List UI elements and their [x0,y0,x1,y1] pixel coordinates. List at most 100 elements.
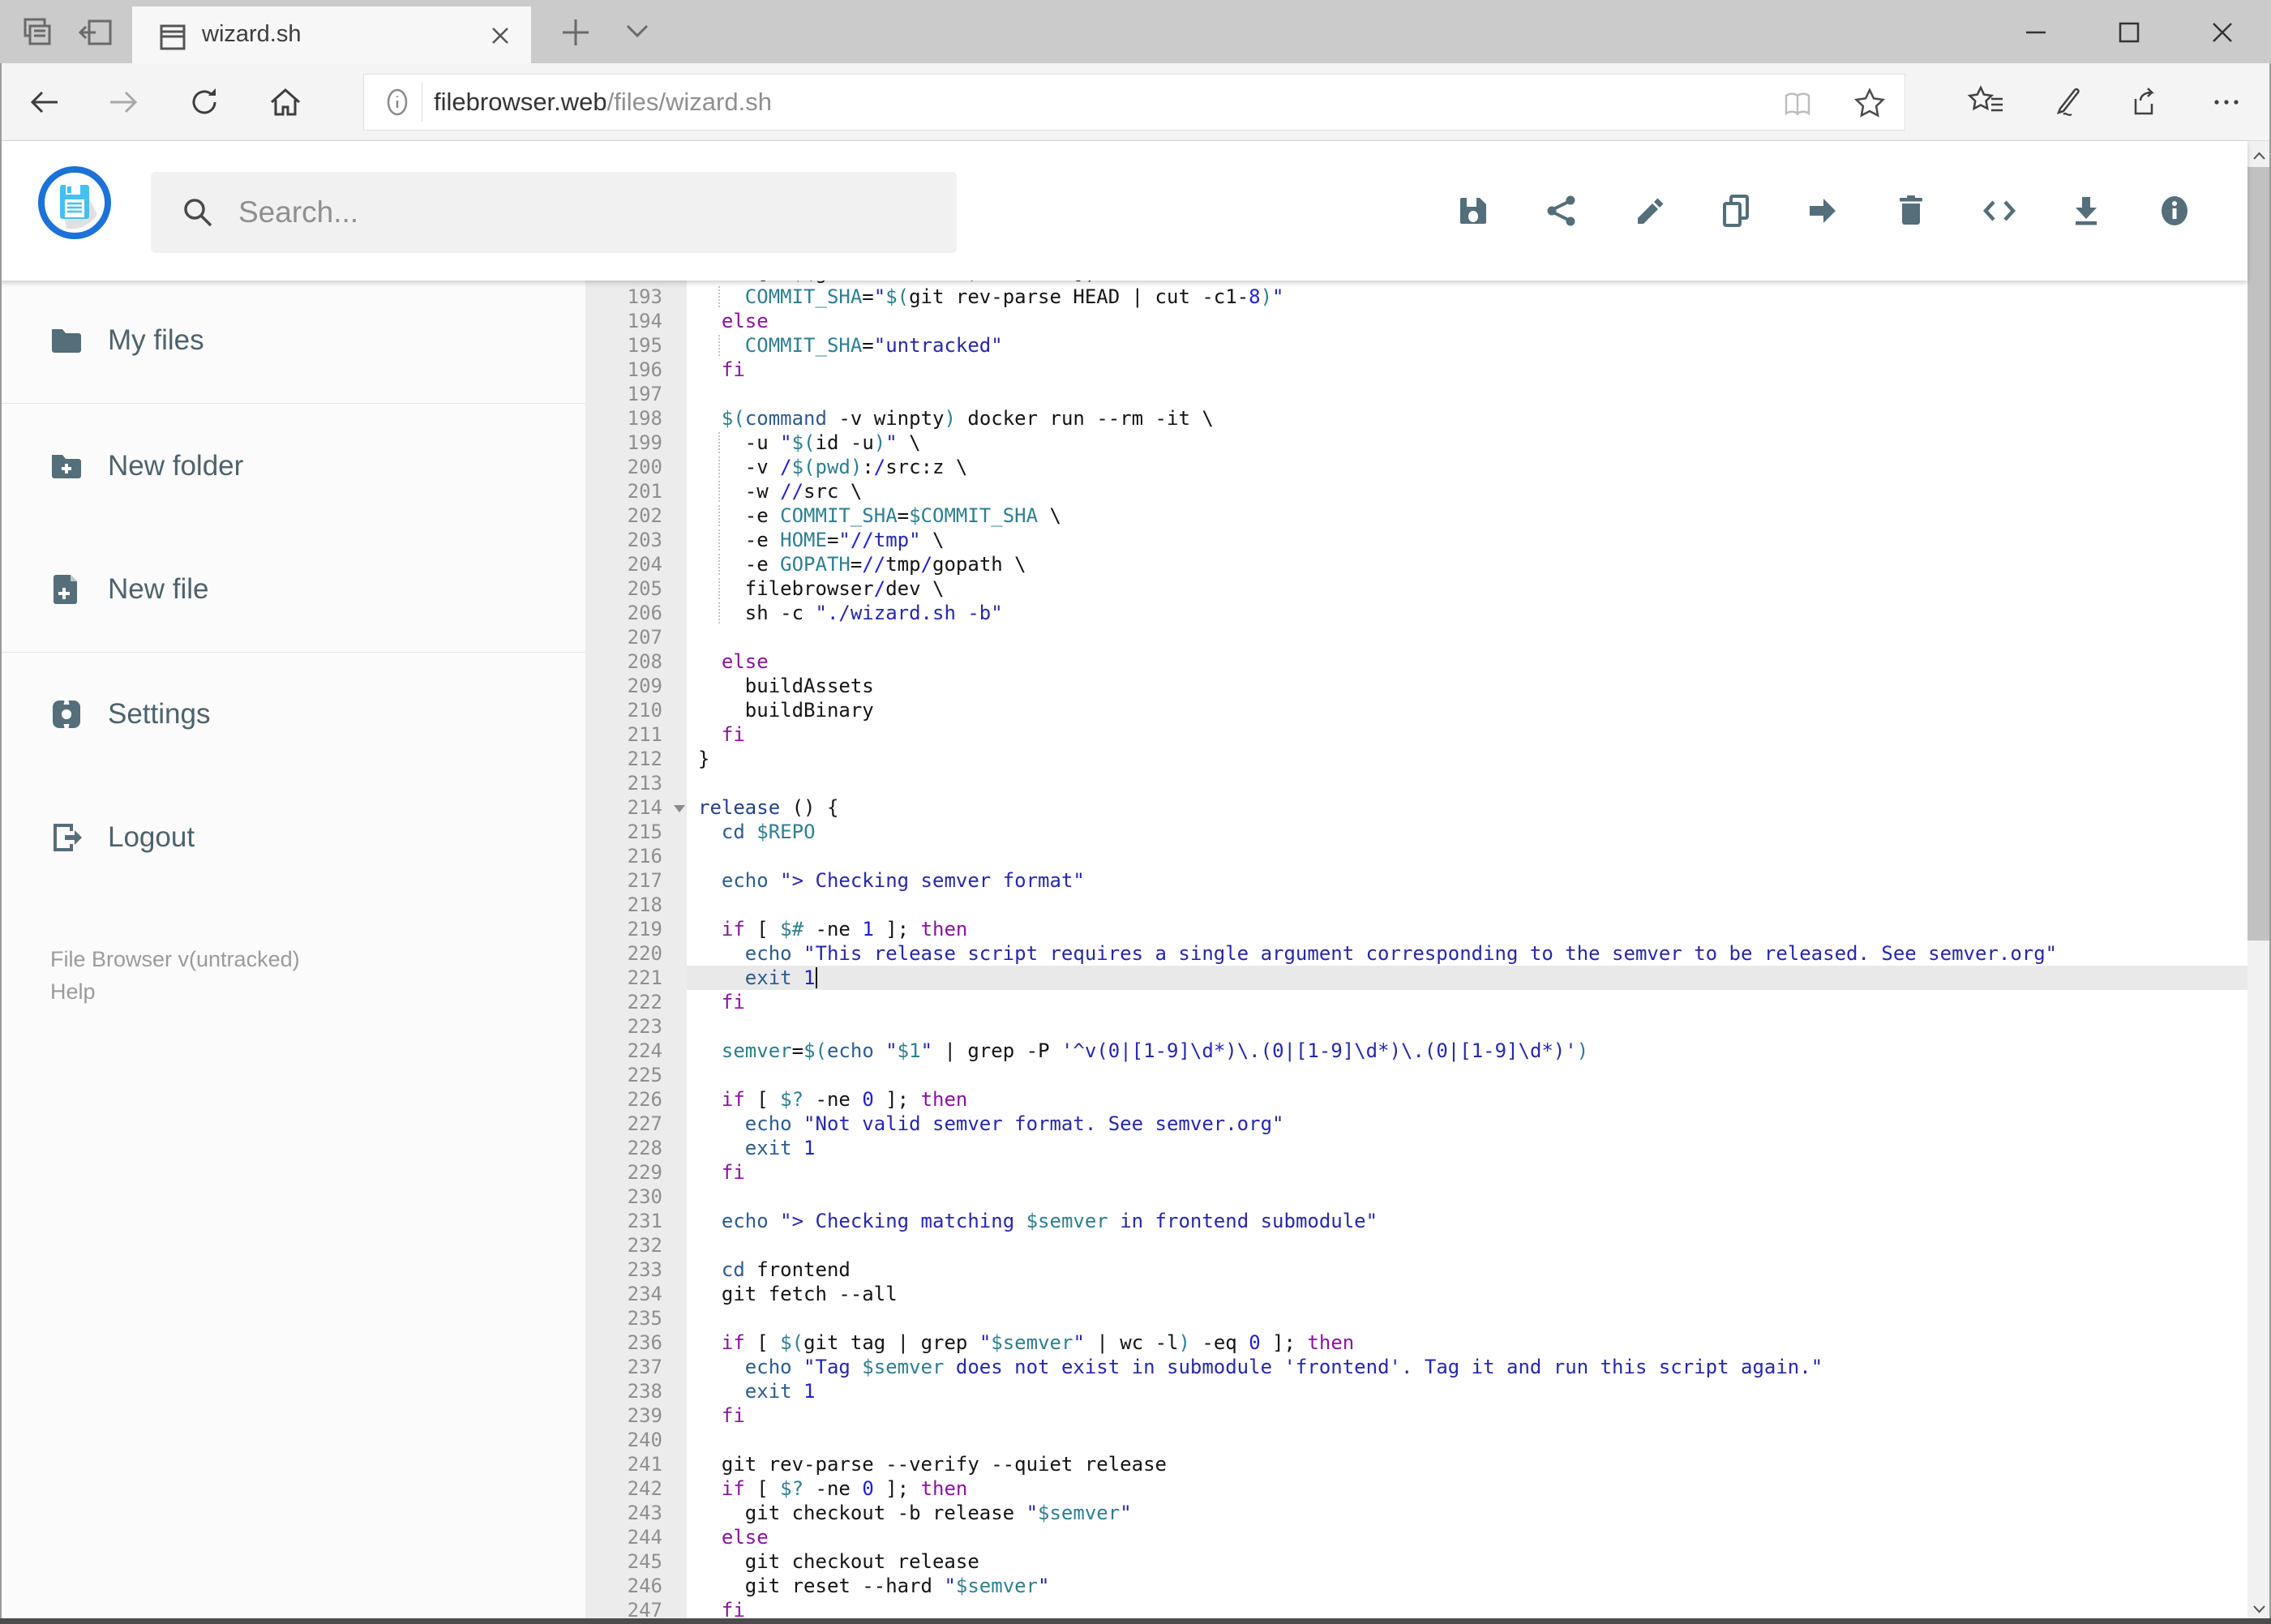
code-line-207[interactable] [687,625,2247,649]
code-line-221[interactable]: exit 1 [687,966,2247,990]
code-line-246[interactable]: git reset --hard "$semver" [687,1574,2247,1598]
code-line-235[interactable] [687,1306,2247,1330]
code-line-205[interactable]: filebrowser/dev \ [687,576,2247,601]
code-line-240[interactable] [687,1428,2247,1452]
code-line-220[interactable]: echo "This release script requires a sin… [687,941,2247,966]
filebrowser-logo[interactable] [36,164,114,242]
code-line-202[interactable]: -e COMMIT_SHA=$COMMIT_SHA \ [687,503,2247,528]
code-line-200[interactable]: -v /$(pwd):/src:z \ [687,455,2247,479]
more-icon[interactable] [2209,84,2244,120]
code-line-218[interactable] [687,893,2247,917]
code-line-197[interactable] [687,382,2247,406]
code-line-198[interactable]: $(command -v winpty) docker run --rm -it… [687,406,2247,431]
scrollbar-thumb[interactable] [2247,167,2271,941]
refresh-icon[interactable] [186,84,222,120]
code-line-243[interactable]: git checkout -b release "$semver" [687,1501,2247,1525]
home-icon[interactable] [268,84,303,120]
code-line-232[interactable] [687,1233,2247,1258]
code-line-206[interactable]: sh -c "./wizard.sh -b" [687,601,2247,625]
download-button[interactable] [2068,193,2104,229]
address-bar[interactable]: filebrowser.web/files/wizard.sh [363,74,1905,131]
back-icon[interactable] [27,84,62,120]
info-icon[interactable] [382,87,413,118]
code-line-203[interactable]: -e HOME="//tmp" \ [687,528,2247,552]
code-line-233[interactable]: cd frontend [687,1258,2247,1282]
code-line-222[interactable]: fi [687,990,2247,1014]
delete-button[interactable] [1893,193,1929,229]
code-line-225[interactable] [687,1063,2247,1087]
move-button[interactable] [1805,193,1840,229]
code-line-195[interactable]: COMMIT_SHA="untracked" [687,333,2247,358]
code-line-245[interactable]: git checkout release [687,1549,2247,1574]
scrollbar[interactable] [2247,141,2271,1624]
code-line-214[interactable]: release () { [687,795,2247,820]
code-line-201[interactable]: -w //src \ [687,479,2247,503]
code-line-236[interactable]: if [ $(git tag | grep "$semver" | wc -l)… [687,1330,2247,1355]
search-input[interactable]: Search... [151,172,957,253]
code-line-226[interactable]: if [ $? -ne 0 ]; then [687,1087,2247,1112]
code-line-211[interactable]: fi [687,722,2247,747]
share-file-button[interactable] [1544,193,1579,229]
code-line-238[interactable]: exit 1 [687,1379,2247,1403]
scroll-up-icon[interactable] [2251,148,2268,165]
new-tab-icon[interactable] [556,13,598,55]
favorites-hub-icon[interactable] [1967,84,2003,120]
sidebar-item-logout[interactable]: Logout [0,801,585,874]
code-line-213[interactable] [687,771,2247,795]
code-line-244[interactable]: else [687,1525,2247,1549]
tab-preview-icon[interactable] [15,11,58,54]
web-note-icon[interactable] [2049,84,2085,120]
code-line-237[interactable]: echo "Tag $semver does not exist in subm… [687,1355,2247,1379]
code-line-210[interactable]: buildBinary [687,698,2247,722]
code-line-209[interactable]: buildAssets [687,674,2247,698]
scroll-down-icon[interactable] [2251,1600,2268,1618]
browser-tab[interactable]: wizard.sh [132,6,531,63]
info-button[interactable] [2157,193,2192,229]
line-number: 229 [627,1161,662,1184]
forward-icon[interactable] [105,84,141,120]
code-line-208[interactable]: else [687,649,2247,674]
code-line-199[interactable]: -u "$(id -u)" \ [687,431,2247,455]
code-line-217[interactable]: echo "> Checking semver format" [687,868,2247,893]
code-line-230[interactable] [687,1185,2247,1209]
sidebar-item-new-folder[interactable]: New folder [0,430,585,503]
code-line-242[interactable]: if [ $? -ne 0 ]; then [687,1476,2247,1501]
minimize-button[interactable] [2021,18,2050,47]
sidebar-item-settings[interactable]: Settings [0,678,585,751]
tab-list-chevron-icon[interactable] [619,19,662,62]
edit-button[interactable] [1631,193,1667,229]
code-line-241[interactable]: git rev-parse --verify --quiet release [687,1452,2247,1476]
code-line-227[interactable]: echo "Not valid semver format. See semve… [687,1112,2247,1136]
tab-close-icon[interactable] [487,23,513,49]
code-line-231[interactable]: echo "> Checking matching $semver in fro… [687,1209,2247,1233]
url-text[interactable]: filebrowser.web/files/wizard.sh [434,88,772,117]
sidebar-item-new-file[interactable]: New file [0,553,585,626]
copy-button[interactable] [1718,193,1754,229]
favorite-star-icon[interactable] [1853,86,1887,120]
code-line-229[interactable]: fi [687,1160,2247,1185]
fold-arrow-icon[interactable] [674,805,685,812]
code-line-212[interactable]: } [687,747,2247,771]
code-line-216[interactable] [687,844,2247,868]
reading-view-icon[interactable] [1781,88,1814,120]
sidebar-item-my-files[interactable]: My files [0,304,585,377]
code-editor[interactable]: if [ "$(git status -s)" != "" ]; then CO… [687,281,2247,1624]
code-view-button[interactable] [1982,193,2017,229]
save-button[interactable] [1455,193,1491,229]
code-line-204[interactable]: -e GOPATH=//tmp/gopath \ [687,552,2247,576]
code-line-196[interactable]: fi [687,358,2247,382]
maximize-button[interactable] [2115,18,2144,47]
close-button[interactable] [2208,18,2237,47]
code-line-224[interactable]: semver=$(echo "$1" | grep -P '^v(0|[1-9]… [687,1039,2247,1063]
code-line-234[interactable]: git fetch --all [687,1282,2247,1306]
code-line-239[interactable]: fi [687,1403,2247,1428]
code-line-193[interactable]: COMMIT_SHA="$(git rev-parse HEAD | cut -… [687,285,2247,309]
code-line-194[interactable]: else [687,309,2247,333]
code-line-219[interactable]: if [ $# -ne 1 ]; then [687,917,2247,941]
set-tabs-aside-icon[interactable] [75,11,117,54]
help-link[interactable]: Help [50,979,96,1005]
share-icon[interactable] [2126,84,2162,120]
code-line-228[interactable]: exit 1 [687,1136,2247,1160]
code-line-223[interactable] [687,1014,2247,1039]
code-line-215[interactable]: cd $REPO [687,820,2247,844]
